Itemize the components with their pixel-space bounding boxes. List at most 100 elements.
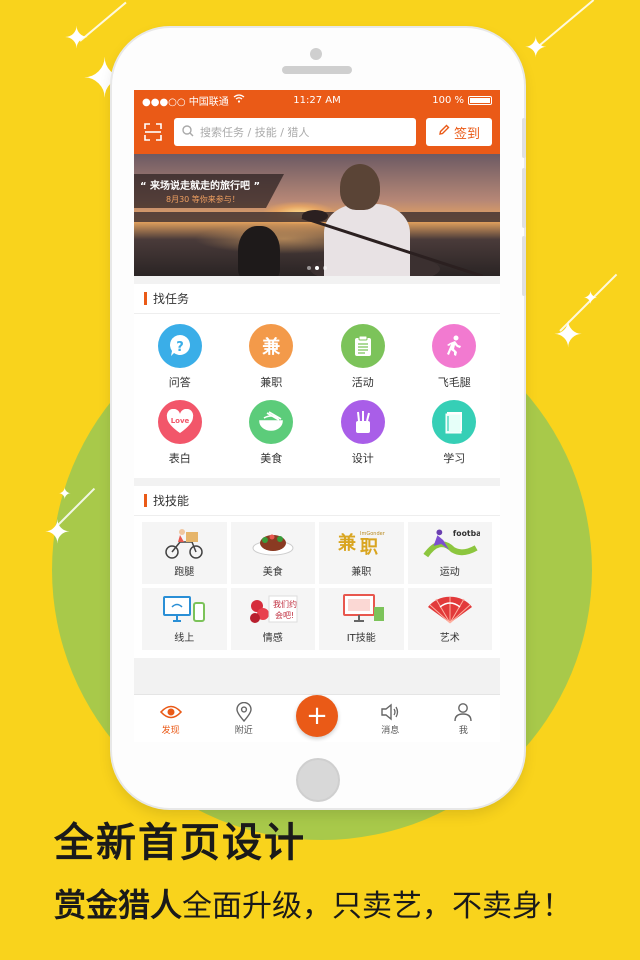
part-time-text-icon: 兼职 ImGonder [331, 526, 391, 560]
task-grid: ? 问答 兼 兼职 活动 飞毛腿 Love 表白 美食 设计 学习 [134, 314, 500, 478]
home-button[interactable] [296, 758, 340, 802]
section-header: 找任务 [134, 284, 500, 314]
search-input[interactable] [200, 125, 408, 139]
computer-icon [331, 592, 391, 626]
skill-card-sports[interactable]: football 运动 [407, 522, 492, 584]
person-icon [454, 701, 473, 723]
svg-text:?: ? [176, 340, 184, 355]
banner-caption-title: “ 来场说走就走的旅行吧 ” [140, 181, 261, 192]
task-item-activity[interactable]: 活动 [317, 324, 409, 400]
skill-card-it[interactable]: IT技能 [319, 588, 404, 650]
plus-icon[interactable]: + [296, 694, 338, 737]
skill-card-food[interactable]: 美食 [230, 522, 315, 584]
pagination-dot[interactable] [323, 266, 327, 270]
pagination-dot[interactable] [307, 266, 311, 270]
task-item-part-time[interactable]: 兼 兼职 [226, 324, 318, 400]
eye-icon [159, 701, 182, 723]
front-camera [310, 48, 322, 60]
pen-cup-icon [340, 400, 385, 444]
skill-card-emotion[interactable]: 我们约 会吧! 情感 [230, 588, 315, 650]
skill-grid: 跑腿 美食 兼职ImGonder 兼职 football [134, 516, 500, 658]
book-icon [432, 400, 477, 444]
battery-icon [468, 95, 492, 105]
task-label: 问答 [168, 376, 191, 389]
wifi-icon [233, 94, 245, 106]
status-bar: ●●●○○ 中国联通 11:27 AM 100 % [134, 90, 500, 110]
svg-text:我们约: 我们约 [273, 599, 297, 609]
section-accent-bar [144, 494, 147, 507]
svg-text:football: football [453, 529, 480, 538]
task-item-study[interactable]: 学习 [409, 400, 501, 476]
svg-text:Love: Love [170, 417, 189, 425]
skill-card-art[interactable]: 艺术 [407, 588, 492, 650]
delivery-bike-icon [154, 526, 214, 560]
promo-banner[interactable]: “ 来场说走就走的旅行吧 ” 8月30 等你来参与！ [134, 154, 500, 276]
skill-label: 线上 [174, 633, 195, 644]
find-tasks-section: 找任务 ? 问答 兼 兼职 活动 飞毛腿 Love 表白 美食 设计 学习 [134, 284, 500, 478]
location-pin-icon [236, 701, 252, 723]
sparkle-icon: ✦ [524, 31, 548, 64]
online-devices-icon [154, 592, 214, 626]
earpiece-speaker [282, 66, 352, 74]
banner-pagination [134, 266, 500, 270]
tab-discover[interactable]: 发现 [134, 701, 207, 736]
banner-girl-hair [340, 164, 380, 210]
banner-caption: “ 来场说走就走的旅行吧 ” 8月30 等你来参与！ [134, 174, 284, 208]
svg-text:职: 职 [360, 537, 378, 558]
task-label: 美食 [260, 452, 283, 465]
tab-nearby[interactable]: 附近 [207, 701, 280, 736]
section-title: 找技能 [153, 494, 190, 508]
tab-me[interactable]: 我 [427, 701, 500, 736]
tab-label: 发现 [161, 726, 180, 736]
skill-label: 情感 [262, 633, 283, 644]
task-item-design[interactable]: 设计 [317, 400, 409, 476]
phone-side-button [522, 118, 526, 158]
app-header: 签到 [134, 110, 500, 154]
search-box[interactable] [174, 118, 416, 146]
svg-text:ImGonder: ImGonder [360, 531, 386, 537]
pagination-dot-active[interactable] [315, 266, 319, 270]
promo-subline: 赏金猎人全面升级，只卖艺，不卖身！ [54, 880, 572, 926]
phone-side-button [522, 236, 526, 296]
tab-publish[interactable]: + [280, 694, 353, 737]
promo-subline-rest: 全面升级，只卖艺，不卖身！ [182, 889, 573, 924]
battery-percent: 100 % [432, 94, 464, 106]
section-accent-bar [144, 292, 147, 305]
banner-caption-subtitle: 8月30 等你来参与！ [166, 195, 240, 204]
task-label: 活动 [351, 376, 374, 389]
food-bowl-icon [249, 400, 294, 444]
speaker-icon [380, 701, 400, 723]
sparkle-streak [539, 0, 595, 46]
sign-in-label: 签到 [453, 126, 480, 142]
task-label: 飞毛腿 [437, 376, 471, 389]
skill-card-errand[interactable]: 跑腿 [142, 522, 227, 584]
tab-messages[interactable]: 消息 [354, 701, 427, 736]
task-item-food[interactable]: 美食 [226, 400, 318, 476]
tab-label: 我 [458, 726, 468, 736]
app-screen: ●●●○○ 中国联通 11:27 AM 100 % 搜索任务 / 技能 / 猎人… [134, 90, 500, 742]
task-item-confess[interactable]: Love 表白 [134, 400, 226, 476]
task-item-errand[interactable]: 飞毛腿 [409, 324, 501, 400]
task-item-qa[interactable]: ? 问答 [134, 324, 226, 400]
tab-label: 消息 [381, 726, 400, 736]
skill-label: 美食 [262, 567, 283, 578]
skill-label: 艺术 [439, 633, 460, 644]
search-icon [182, 124, 194, 140]
running-man-icon [432, 324, 477, 368]
bottom-tab-bar: 发现 附近 + 消息 我 [134, 694, 500, 742]
promo-subline-bold: 赏金猎人 [54, 886, 183, 924]
skill-card-online[interactable]: 线上 [142, 588, 227, 650]
promo-headline: 全新首页设计 [54, 820, 306, 866]
scan-icon[interactable] [142, 121, 164, 143]
carrier-label: ●●●○○ 中国联通 [142, 96, 229, 108]
svg-text:兼: 兼 [338, 532, 357, 554]
svg-text:会吧!: 会吧! [275, 610, 294, 620]
sparkle-icon: ✦ [44, 513, 71, 551]
skill-label: 兼职 [351, 567, 372, 578]
skill-card-part-time[interactable]: 兼职 ImGonder 兼职 [319, 522, 404, 584]
skill-label: IT技能 [346, 633, 376, 644]
task-label: 兼职 [260, 376, 283, 389]
clipboard-icon [340, 324, 385, 368]
flowers-card-icon: 我们约 会吧! [243, 592, 303, 626]
sign-in-button[interactable]: 签到 [426, 118, 492, 146]
